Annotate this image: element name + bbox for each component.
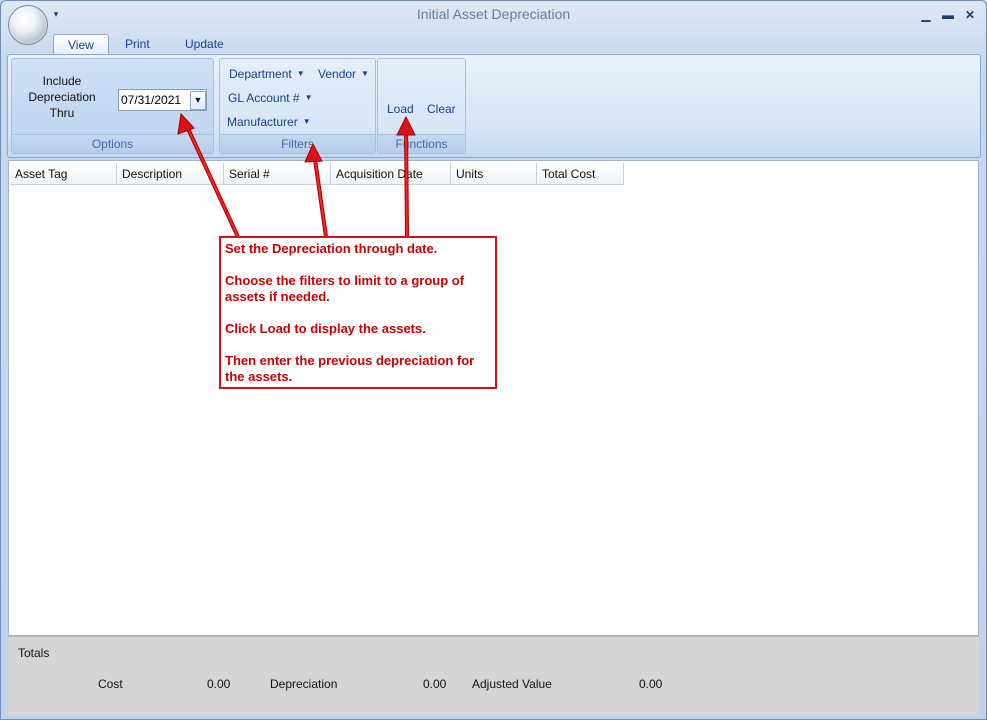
ribbon-group-filters: Department ▼ Vendor ▼ GL Account # ▼ Manufa… bbox=[219, 58, 376, 154]
caret-down-icon: ▼ bbox=[304, 93, 313, 102]
manufacturer-filter-button[interactable]: Manufacturer ▼ bbox=[227, 115, 311, 129]
depreciation-value: 0.00 bbox=[423, 677, 447, 691]
column-header-description[interactable]: Description bbox=[117, 163, 224, 185]
depreciation-label: Depreciation bbox=[270, 677, 338, 691]
vendor-filter-button[interactable]: Vendor ▼ bbox=[318, 67, 369, 81]
totals-label: Totals bbox=[18, 646, 50, 660]
include-label-line: Depreciation bbox=[28, 90, 96, 104]
caret-down-icon: ▼ bbox=[302, 117, 311, 126]
quick-access-dropdown-icon[interactable]: ▾ bbox=[52, 9, 60, 19]
group-label-options: Options bbox=[12, 134, 213, 153]
maximize-button[interactable]: ▬ bbox=[939, 7, 957, 23]
assets-grid[interactable]: Asset Tag Description Serial # Acquisiti… bbox=[8, 160, 979, 636]
totals-panel: Totals Cost 0.00 Depreciation 0.00 Adjus… bbox=[8, 636, 979, 715]
minimize-button[interactable]: ▁ bbox=[917, 7, 935, 23]
chevron-down-icon[interactable]: ▼ bbox=[190, 91, 206, 110]
ribbon-group-functions: Load Clear Functions bbox=[377, 58, 466, 154]
annotation-line: Choose the filters to limit to a group o… bbox=[225, 273, 465, 304]
caret-down-icon: ▼ bbox=[361, 69, 369, 78]
cost-value: 0.00 bbox=[207, 677, 231, 691]
annotation-line: Set the Depreciation through date. bbox=[225, 241, 438, 256]
adjusted-value-label: Adjusted Value bbox=[472, 677, 552, 691]
group-label-functions: Functions bbox=[378, 134, 465, 153]
tab-print[interactable]: Print bbox=[111, 34, 164, 54]
annotation-line: Click Load to display the assets. bbox=[225, 321, 426, 336]
application-menu-orb[interactable] bbox=[8, 5, 48, 45]
manufacturer-filter-label: Manufacturer bbox=[227, 115, 298, 129]
vendor-filter-label: Vendor bbox=[318, 67, 357, 81]
annotation-line: Then enter the previous depreciation for… bbox=[225, 353, 475, 384]
close-button[interactable]: ✕ bbox=[961, 7, 979, 23]
column-header-serial[interactable]: Serial # bbox=[224, 163, 331, 185]
tab-update[interactable]: Update bbox=[171, 34, 238, 54]
depreciation-date-input[interactable] bbox=[121, 91, 189, 109]
caret-down-icon: ▼ bbox=[296, 69, 305, 78]
title-bar: Initial Asset Depreciation ▾ ▁ ▬ ✕ bbox=[0, 0, 987, 30]
gl-account-filter-label: GL Account # bbox=[228, 91, 300, 105]
include-depreciation-label: Include Depreciation Thru bbox=[26, 73, 98, 121]
ribbon-group-options: Include Depreciation Thru ▼ Options bbox=[11, 58, 214, 154]
column-header-asset-tag[interactable]: Asset Tag bbox=[10, 163, 117, 185]
window-title: Initial Asset Depreciation bbox=[416, 6, 571, 22]
adjusted-value: 0.00 bbox=[639, 677, 663, 691]
cost-label: Cost bbox=[98, 677, 123, 691]
column-header-total-cost[interactable]: Total Cost bbox=[537, 163, 624, 185]
ribbon: Include Depreciation Thru ▼ Options Depa… bbox=[7, 54, 981, 158]
depreciation-date-picker[interactable]: ▼ bbox=[118, 89, 207, 111]
tab-view[interactable]: View bbox=[53, 34, 109, 55]
load-button[interactable]: Load bbox=[387, 102, 414, 116]
column-header-units[interactable]: Units bbox=[451, 163, 537, 185]
group-label-filters: Filters bbox=[220, 134, 375, 153]
department-filter-label: Department bbox=[229, 67, 292, 81]
annotation-callout: Set the Depreciation through date. Choos… bbox=[219, 236, 497, 389]
column-header-acquisition-date[interactable]: Acquisition Date bbox=[331, 163, 451, 185]
gl-account-filter-button[interactable]: GL Account # ▼ bbox=[228, 91, 313, 105]
include-label-line: Include bbox=[42, 74, 82, 88]
clear-button[interactable]: Clear bbox=[427, 102, 456, 116]
department-filter-button[interactable]: Department ▼ bbox=[229, 67, 305, 81]
include-label-line: Thru bbox=[49, 106, 75, 120]
